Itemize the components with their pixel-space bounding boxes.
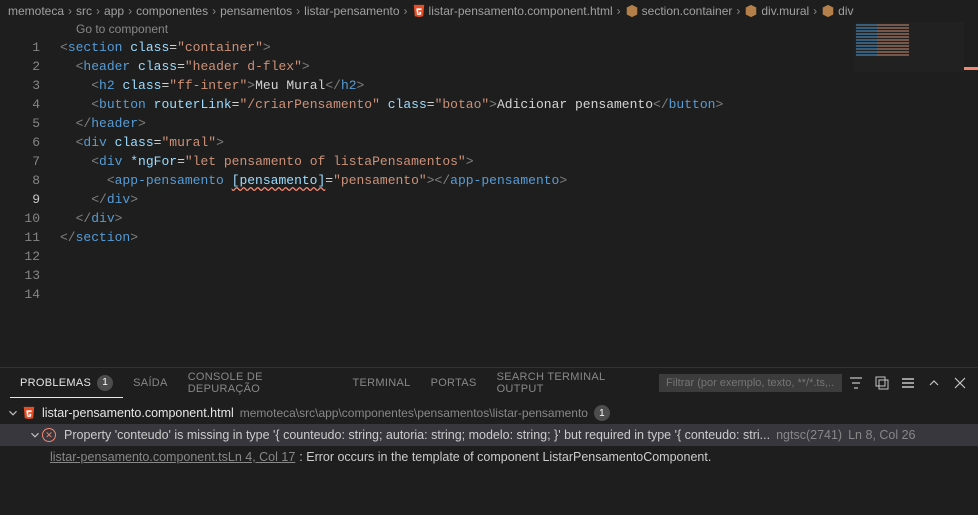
problem-code: ngtsc(2741) bbox=[776, 428, 842, 442]
problems-list: listar-pensamento.component.html memotec… bbox=[0, 398, 978, 472]
code-line: <section bbox=[60, 40, 122, 55]
breadcrumb-item[interactable]: div.mural bbox=[761, 4, 809, 18]
breadcrumb-item[interactable]: componentes bbox=[136, 4, 208, 18]
filter-icon[interactable] bbox=[848, 375, 864, 391]
html5-icon bbox=[412, 4, 426, 18]
symbol-icon bbox=[821, 4, 835, 18]
html5-icon bbox=[22, 406, 36, 420]
symbol-icon bbox=[625, 4, 639, 18]
chevron-down-icon[interactable] bbox=[6, 406, 20, 420]
breadcrumb-item[interactable]: listar-pensamento bbox=[304, 4, 399, 18]
chevron-down-icon[interactable] bbox=[28, 428, 42, 442]
go-to-component-link[interactable]: Go to component bbox=[0, 22, 978, 38]
editor-scrollbar[interactable] bbox=[964, 22, 978, 367]
problem-related-info[interactable]: listar-pensamento.component.tsLn 4, Col … bbox=[0, 446, 978, 468]
code-content[interactable]: <section class="container"> <header clas… bbox=[60, 38, 978, 304]
tab-terminal[interactable]: TERMINAL bbox=[343, 368, 421, 398]
panel-tabs: PROBLEMAS1 SAÍDA CONSOLE DE DEPURAÇÃO TE… bbox=[0, 368, 978, 398]
problem-file-path: memoteca\src\app\componentes\pensamentos… bbox=[240, 406, 588, 420]
tab-problems[interactable]: PROBLEMAS1 bbox=[10, 368, 123, 398]
breadcrumb-item[interactable]: listar-pensamento.component.html bbox=[429, 4, 613, 18]
view-as-tree-icon[interactable] bbox=[900, 375, 916, 391]
tab-debug-console[interactable]: CONSOLE DE DEPURAÇÃO bbox=[178, 368, 343, 398]
line-gutter: 1234 5678 91011 121314 bbox=[0, 38, 60, 304]
breadcrumb-item[interactable]: src bbox=[76, 4, 92, 18]
close-panel-icon[interactable] bbox=[952, 375, 968, 391]
minimap[interactable] bbox=[854, 22, 964, 72]
tab-output[interactable]: SAÍDA bbox=[123, 368, 178, 398]
breadcrumb: memoteca› src› app› componentes› pensame… bbox=[0, 0, 978, 22]
problem-file-row[interactable]: listar-pensamento.component.html memotec… bbox=[0, 402, 978, 424]
problems-badge: 1 bbox=[97, 375, 113, 391]
error-icon: ✕ bbox=[42, 428, 56, 442]
symbol-icon bbox=[744, 4, 758, 18]
breadcrumb-item[interactable]: div bbox=[838, 4, 853, 18]
problem-item[interactable]: ✕ Property 'conteudo' is missing in type… bbox=[0, 424, 978, 446]
problem-location: Ln 8, Col 26 bbox=[848, 428, 915, 442]
scroll-error-marker bbox=[964, 67, 978, 70]
breadcrumb-item[interactable]: memoteca bbox=[8, 4, 64, 18]
problem-file-name: listar-pensamento.component.html bbox=[42, 406, 234, 420]
problems-panel: PROBLEMAS1 SAÍDA CONSOLE DE DEPURAÇÃO TE… bbox=[0, 367, 978, 515]
tab-ports[interactable]: PORTAS bbox=[421, 368, 487, 398]
problem-count-badge: 1 bbox=[594, 405, 610, 421]
collapse-all-icon[interactable] bbox=[874, 375, 890, 391]
maximize-panel-icon[interactable] bbox=[926, 375, 942, 391]
filter-input[interactable] bbox=[659, 374, 842, 392]
related-text: : Error occurs in the template of compon… bbox=[299, 450, 711, 464]
related-file-link[interactable]: listar-pensamento.component.tsLn 4, Col … bbox=[50, 450, 295, 464]
tab-search-terminal[interactable]: SEARCH TERMINAL OUTPUT bbox=[487, 368, 659, 398]
breadcrumb-item[interactable]: app bbox=[104, 4, 124, 18]
breadcrumb-item[interactable]: pensamentos bbox=[220, 4, 292, 18]
breadcrumb-item[interactable]: section.container bbox=[642, 4, 733, 18]
code-editor[interactable]: 1234 5678 91011 121314 <section class="c… bbox=[0, 38, 978, 304]
problem-message: Property 'conteudo' is missing in type '… bbox=[64, 428, 770, 442]
